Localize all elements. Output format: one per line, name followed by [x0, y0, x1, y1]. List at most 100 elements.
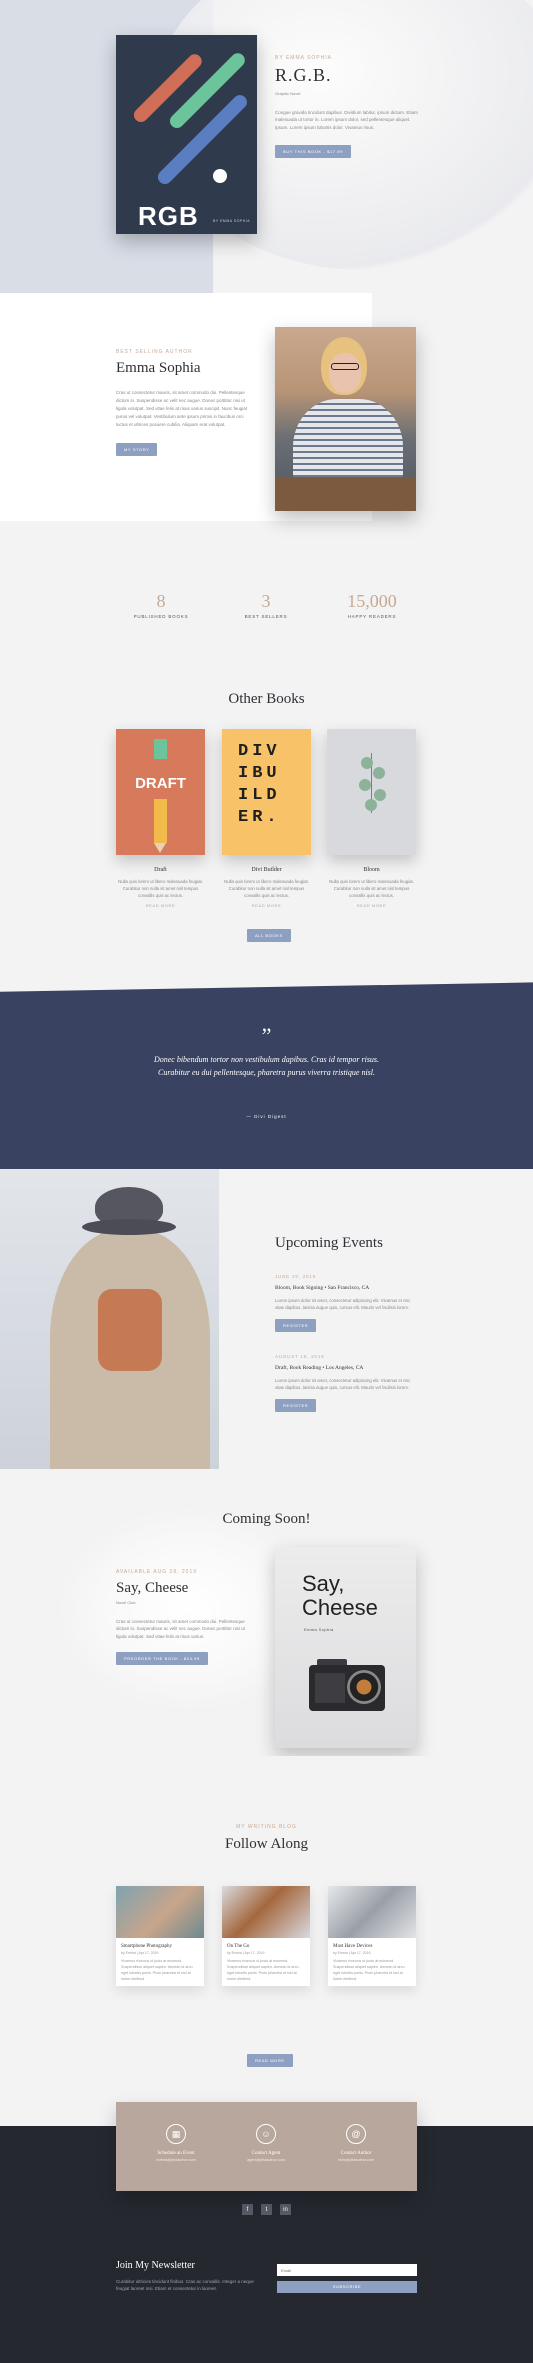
hero-title: R.G.B.	[275, 65, 332, 85]
facebook-icon[interactable]: f	[242, 2204, 253, 2215]
photo-hat-brim	[82, 1219, 176, 1235]
divi-cover[interactable]: DIV IBU ILD ER.	[222, 729, 311, 855]
bloom-cover[interactable]	[327, 729, 416, 855]
photo-face	[329, 353, 361, 393]
blog-post-excerpt: Vivamus rhoncus ut justo at euismod. Sus…	[227, 1959, 299, 1981]
blog-post-meta: by Emma | Apr 17, 2019	[227, 1951, 265, 1955]
blog-post-title[interactable]: Smartphone Photography	[116, 1938, 204, 1949]
section-divider	[0, 981, 533, 993]
photo-desk	[275, 477, 416, 511]
book-card-draft[interactable]: DRAFT Draft Nulla quis lorem ut libero m…	[116, 729, 205, 908]
blog-eyebrow: My Writing Blog	[236, 1824, 297, 1830]
stat-label: Best Sellers	[244, 614, 288, 619]
event-item: August 18, 2019 Draft, Book Reading • Lo…	[275, 1354, 415, 1412]
blog-title: Follow Along	[225, 1836, 308, 1852]
event-date: August 18, 2019	[275, 1354, 325, 1359]
event-description: Lorem ipsum dolor sit amet, consectetur …	[275, 1298, 410, 1310]
read-more-button[interactable]: Read More	[247, 2054, 293, 2067]
events-info: Upcoming Events June 29, 2019 Bloom, Boo…	[275, 1219, 415, 1412]
stat-published: 8 Published Books	[101, 591, 221, 619]
cover-dot	[213, 169, 227, 183]
blog-post-meta: by Emma | Apr 17, 2019	[121, 1951, 159, 1955]
quote-source: — Divi Digest	[246, 1114, 287, 1119]
author-info: Best Selling Author Emma Sophia Cras ut …	[116, 349, 256, 456]
say-cheese-cover: Say, Cheese Emma Sophia	[275, 1547, 416, 1748]
newsletter-email-input[interactable]	[277, 2264, 417, 2276]
blog-post-title[interactable]: Must Have Devices	[328, 1938, 416, 1949]
cover-author: by Emma Sophia	[213, 219, 251, 223]
blog-thumbnail[interactable]	[328, 1886, 416, 1938]
book-title[interactable]: Draft	[116, 867, 205, 873]
book-title[interactable]: Divi Builder	[222, 867, 311, 873]
contact-email[interactable]: agent@diviauthor.com	[226, 2158, 306, 2162]
other-books-title: Other Books	[228, 691, 305, 707]
book-card-bloom[interactable]: Bloom Nulla quis lorem ut libero malesua…	[327, 729, 416, 908]
author-name: Emma Sophia	[116, 360, 201, 376]
blog-card[interactable]: Smartphone Photography by Emma | Apr 17,…	[116, 1886, 204, 1986]
hero-description: Congue gravida tincidunt dapibus. Dividi…	[275, 109, 418, 130]
events-photo	[0, 1169, 219, 1469]
contact-author[interactable]: @ Contact Author hello@diviauthor.com	[316, 2124, 396, 2162]
event-title: Draft, Book Reading • Los Angeles, CA	[275, 1365, 364, 1371]
leaf-icon	[365, 799, 377, 811]
cover-title: RGB	[138, 201, 199, 231]
coming-soon-title: Coming Soon!	[222, 1511, 311, 1527]
contact-schedule-event[interactable]: ▦ Schedule an Event events@diviauthor.co…	[136, 2124, 216, 2162]
book-description: Cras ut consectetur mauris, sit amet com…	[116, 1618, 245, 1639]
blog-thumbnail[interactable]	[116, 1886, 204, 1938]
cover-author: Emma Sophia	[304, 1627, 334, 1632]
hero-subtitle: Graphic Novel	[275, 91, 301, 96]
book-card-divi-builder[interactable]: DIV IBU ILD ER. Divi Builder Nulla quis …	[222, 729, 311, 908]
preorder-button[interactable]: Preorder the book - $24.99	[116, 1652, 208, 1665]
buy-book-button[interactable]: Buy this book - $17.99	[275, 145, 351, 158]
all-books-button[interactable]: All Books	[247, 929, 291, 942]
hero-section: RGB by Emma Sophia by Emma Sophia R.G.B.…	[0, 0, 533, 293]
read-more-link[interactable]: Read More	[222, 903, 311, 908]
cover-title: Say, Cheese	[302, 1571, 378, 1620]
release-date: Available Aug 28, 2019	[116, 1569, 198, 1575]
blog-post-meta: by Emma | Apr 17, 2019	[333, 1951, 371, 1955]
photo-backpack	[98, 1289, 162, 1371]
newsletter-description: Curabitur ultricies tincidunt finibus. C…	[116, 2279, 254, 2291]
book-title[interactable]: Bloom	[327, 867, 416, 873]
contact-agent[interactable]: ☺ Contact Agent agent@diviauthor.com	[226, 2124, 306, 2162]
camera-lens	[347, 1670, 381, 1704]
register-button[interactable]: Register	[275, 1319, 317, 1332]
pencil-eraser	[154, 739, 167, 759]
contact-title: Contact Agent	[251, 2151, 281, 2156]
blog-post-title[interactable]: On The Go	[222, 1938, 310, 1949]
stat-value: 8	[156, 591, 166, 611]
pencil-icon	[154, 799, 167, 843]
stat-happy-readers: 15,000 Happy Readers	[312, 591, 432, 619]
read-more-link[interactable]: Read More	[327, 903, 416, 908]
blog-card[interactable]: On The Go by Emma | Apr 17, 2019 Vivamus…	[222, 1886, 310, 1986]
blog-card[interactable]: Must Have Devices by Emma | Apr 17, 2019…	[328, 1886, 416, 1986]
register-button[interactable]: Register	[275, 1399, 317, 1412]
instagram-icon[interactable]: in	[280, 2204, 291, 2215]
at-icon: @	[346, 2124, 366, 2144]
cover-stripe-blue	[155, 92, 250, 187]
my-story-button[interactable]: My Story	[116, 443, 158, 456]
event-date: June 29, 2019	[275, 1274, 316, 1279]
subscribe-button[interactable]: Subscribe	[277, 2281, 417, 2293]
stat-best-sellers: 3 Best Sellers	[206, 591, 326, 619]
hero-info: by Emma Sophia R.G.B. Graphic Novel Cong…	[275, 55, 425, 158]
blog-post-excerpt: Vivamus rhoncus ut justo at euismod. Sus…	[333, 1959, 405, 1981]
contact-email[interactable]: hello@diviauthor.com	[316, 2158, 396, 2162]
contact-email[interactable]: events@diviauthor.com	[136, 2158, 216, 2162]
contact-card: ▦ Schedule an Event events@diviauthor.co…	[116, 2102, 417, 2191]
blog-thumbnail[interactable]	[222, 1886, 310, 1938]
newsletter-title: Join My Newsletter	[116, 2260, 195, 2271]
user-icon: ☺	[256, 2124, 276, 2144]
book-description: Nulla quis lorem ut libero malesuada feu…	[224, 879, 309, 898]
book-description: Nulla quis lorem ut libero malesuada feu…	[329, 879, 414, 898]
author-bio: Cras ut consectetur mauris, sit amet com…	[116, 390, 248, 427]
leaf-icon	[359, 779, 371, 791]
stat-label: Happy Readers	[347, 614, 397, 619]
contact-title: Schedule an Event	[157, 2151, 195, 2156]
stat-value: 15,000	[347, 591, 397, 611]
read-more-link[interactable]: Read More	[116, 903, 205, 908]
twitter-icon[interactable]: t	[261, 2204, 272, 2215]
draft-cover[interactable]: DRAFT	[116, 729, 205, 855]
leaf-icon	[361, 757, 373, 769]
